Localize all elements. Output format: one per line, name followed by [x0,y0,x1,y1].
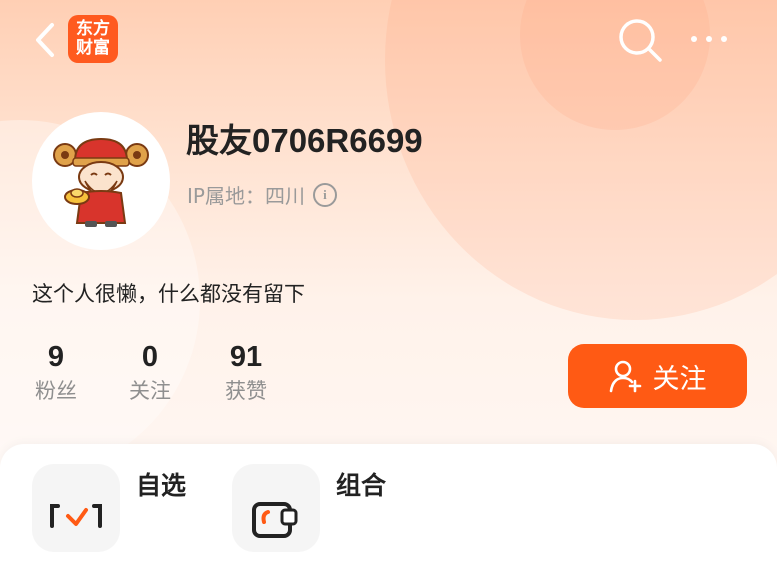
add-user-icon [609,360,641,393]
follow-button-label: 关注 [652,363,707,395]
stat-likes[interactable]: 91 获赞 [206,338,286,406]
username: 股友0706R6699 [186,122,423,159]
avatar[interactable] [32,112,170,250]
sections-card: 自选 组合 [0,444,777,564]
follow-button[interactable]: 关注 [568,344,747,408]
stat-value: 0 [141,341,159,373]
fortune-god-avatar-icon [53,137,149,227]
logo-text-line2: 财富 [76,38,110,58]
section-label-watchlist[interactable]: 自选 [136,466,186,502]
stat-following[interactable]: 0 关注 [110,338,190,406]
logo-text-line1: 东方 [76,19,110,39]
search-button[interactable] [616,16,664,64]
stat-label: 粉丝 [35,379,77,403]
header-background [0,0,777,500]
stat-followers[interactable]: 9 粉丝 [16,338,96,406]
section-label-portfolio[interactable]: 组合 [336,466,386,502]
stat-value: 91 [229,341,263,373]
more-icon [691,36,727,42]
watchlist-tile[interactable] [32,464,120,552]
info-icon[interactable]: i [312,182,337,207]
search-icon [619,19,662,62]
back-arrow-icon [36,23,54,57]
bio-text: 这个人很懒，什么都没有留下 [32,282,305,306]
ip-location-label: IP属地：四川 [187,184,305,208]
back-button[interactable] [30,20,64,60]
stat-value: 9 [47,341,65,373]
app-logo[interactable]: 东方 财富 [68,15,118,63]
stat-label: 获赞 [225,379,267,403]
more-options-button[interactable] [688,26,732,54]
portfolio-icon [252,502,298,538]
portfolio-tile[interactable] [232,464,320,552]
watchlist-icon [50,504,102,528]
ip-location: IP属地：四川 i [187,180,337,209]
stat-label: 关注 [129,379,171,403]
